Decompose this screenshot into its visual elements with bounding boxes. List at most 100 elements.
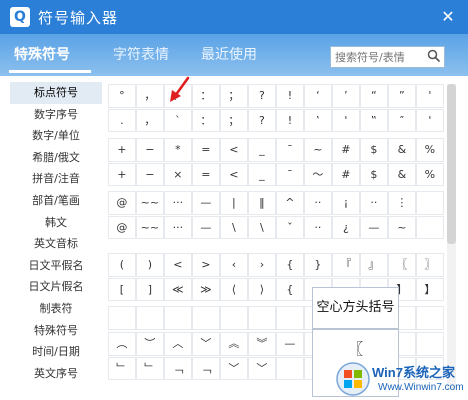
symbol-cell[interactable]: ﹁ [192,356,220,380]
symbol-cell[interactable]: < [220,138,248,162]
sidebar-item-9[interactable]: 日文片假名 [10,276,102,298]
symbol-cell[interactable]: ' [332,108,360,132]
symbol-cell[interactable]: − [136,138,164,162]
sidebar-item-7[interactable]: 英文音标 [10,233,102,255]
symbol-cell[interactable] [276,356,304,380]
sidebar-item-5[interactable]: 部首/笔画 [10,190,102,212]
symbol-cell[interactable]: 』 [360,253,388,277]
scrollbar-thumb[interactable] [447,84,456,244]
symbol-cell[interactable]: { [276,277,304,301]
symbol-cell[interactable]: ˇ [276,215,304,239]
symbol-cell[interactable] [276,306,304,330]
symbol-cell[interactable]: ≫ [192,277,220,301]
symbol-cell[interactable]: ‘ [304,84,332,108]
symbol-cell[interactable]: [ [108,277,136,301]
symbol-cell[interactable] [416,215,444,239]
sidebar-item-12[interactable]: 时间/日期 [10,341,102,363]
symbol-cell[interactable]: 】 [416,277,444,301]
symbol-cell[interactable]: “ [360,84,388,108]
symbol-cell[interactable]: 『 [332,253,360,277]
symbol-cell[interactable]: ： [192,84,220,108]
symbol-cell[interactable]: ' [416,84,444,108]
symbol-cell[interactable]: ] [136,277,164,301]
symbol-cell[interactable] [416,191,444,215]
symbol-cell[interactable]: ⟨ [220,277,248,301]
symbol-cell[interactable]: ︽ [220,332,248,356]
tab-recent[interactable]: 最近使用 [201,44,257,76]
symbol-cell[interactable]: ︾ [248,332,276,356]
symbol-cell[interactable]: × [164,162,192,186]
symbol-cell[interactable]: ︵ [108,332,136,356]
sidebar-item-0[interactable]: 标点符号 [10,82,102,104]
symbol-cell[interactable] [248,306,276,330]
symbol-cell[interactable]: ·· [304,215,332,239]
sidebar-item-13[interactable]: 英文序号 [10,363,102,385]
symbol-cell[interactable]: ! [276,108,304,132]
sidebar-item-4[interactable]: 拼音/注音 [10,168,102,190]
symbol-cell[interactable]: 〗 [416,253,444,277]
symbol-cell[interactable]: ~~ [136,215,164,239]
symbol-cell[interactable]: ~ [304,138,332,162]
symbol-cell[interactable]: ︶ [136,332,164,356]
symbol-cell[interactable]: \ [248,215,276,239]
symbol-cell[interactable]: ﹂ [108,356,136,380]
sidebar-item-1[interactable]: 数字序号 [10,104,102,126]
sidebar-item-11[interactable]: 特殊符号 [10,320,102,342]
symbol-cell[interactable]: — [276,332,304,356]
symbol-cell[interactable]: ^ [276,191,304,215]
symbol-cell[interactable]: — [360,215,388,239]
symbol-cell[interactable]: — [192,191,220,215]
symbol-cell[interactable] [164,306,192,330]
symbol-cell[interactable]: ¡ [332,191,360,215]
symbol-cell[interactable]: = [192,162,220,186]
symbol-cell[interactable]: ； [220,108,248,132]
symbol-cell[interactable]: _ [248,162,276,186]
symbol-cell[interactable]: ⟩ [248,277,276,301]
tab-emoticons[interactable]: 字符表情 [113,44,169,76]
symbol-cell[interactable]: | [220,191,248,215]
symbol-cell[interactable]: @ [108,215,136,239]
symbol-cell[interactable]: ‹ [220,253,248,277]
symbol-cell[interactable] [220,306,248,330]
symbol-cell[interactable]: > [192,253,220,277]
symbol-cell[interactable]: = [192,138,220,162]
symbol-cell[interactable]: ·· [360,191,388,215]
symbol-cell[interactable]: ~ [388,215,416,239]
search-icon[interactable] [427,49,441,63]
sidebar-item-6[interactable]: 韩文 [10,212,102,234]
symbol-cell[interactable]: ¿ [332,215,360,239]
symbol-cell[interactable]: ： [192,108,220,132]
symbol-cell[interactable]: ‛ [304,108,332,132]
symbol-cell[interactable]: < [164,253,192,277]
symbol-cell[interactable]: ﹀ [192,332,220,356]
symbol-cell[interactable]: \ [220,215,248,239]
symbol-cell[interactable]: ! [276,84,304,108]
sidebar-item-3[interactable]: 希腊/俄文 [10,147,102,169]
symbol-cell[interactable]: ) [136,253,164,277]
symbol-cell[interactable]: # [332,138,360,162]
symbol-cell[interactable]: ﹂ [136,356,164,380]
symbol-cell[interactable]: ‟ [360,108,388,132]
symbol-cell[interactable]: ⋮ [388,191,416,215]
symbol-cell[interactable]: − [136,162,164,186]
sidebar-item-10[interactable]: 制表符 [10,298,102,320]
symbol-cell[interactable]: ? [248,84,276,108]
symbol-cell[interactable]: ﹀ [248,356,276,380]
symbol-cell[interactable] [108,306,136,330]
symbol-cell[interactable]: ¯ [276,138,304,162]
symbol-cell[interactable]: ～ [304,162,332,186]
symbol-cell[interactable]: $ [360,138,388,162]
symbol-cell[interactable] [136,306,164,330]
symbol-cell[interactable]: ·· [304,191,332,215]
symbol-cell[interactable]: 〖 [388,253,416,277]
symbol-cell[interactable]: ‖ [248,191,276,215]
symbol-cell[interactable]: & [388,138,416,162]
symbol-cell[interactable]: ， [136,108,164,132]
symbol-cell[interactable]: * [164,138,192,162]
symbol-cell[interactable]: ( [108,253,136,277]
symbol-cell[interactable]: ； [220,84,248,108]
symbol-cell[interactable]: + [108,138,136,162]
symbol-cell[interactable]: ~~ [136,191,164,215]
symbol-cell[interactable]: ` [164,108,192,132]
symbol-cell[interactable] [192,306,220,330]
